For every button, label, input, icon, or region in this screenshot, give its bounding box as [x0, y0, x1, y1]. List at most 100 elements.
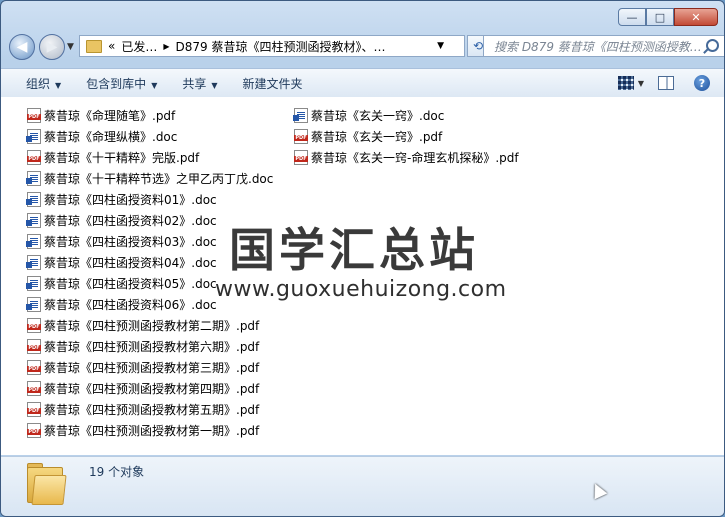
file-name: 蔡昔琼《四柱函授资料03》.doc	[44, 235, 217, 249]
file-item[interactable]: 蔡昔琼《命理随笔》.pdf	[27, 105, 273, 126]
doc-file-icon	[26, 171, 41, 186]
file-name: 蔡昔琼《命理随笔》.pdf	[44, 109, 176, 123]
organize-label: 组织	[26, 76, 51, 91]
details-pane: 19 个对象	[1, 456, 724, 516]
file-name: 蔡昔琼《命理纵横》.doc	[44, 130, 178, 144]
file-column-2: 蔡昔琼《玄关一窍》.doc 蔡昔琼《玄关一窍》.pdf 蔡昔琼《玄关一窍-命理玄…	[293, 105, 519, 168]
pdf-file-icon	[27, 150, 41, 165]
doc-file-icon	[26, 192, 41, 207]
preview-pane-icon[interactable]	[658, 76, 674, 90]
file-name: 蔡昔琼《玄关一窍》.pdf	[311, 130, 443, 144]
address-bar[interactable]: « 已发… ▶ D879 蔡昔琼《四柱预测函授教材》、… ▼	[79, 35, 465, 57]
file-name: 蔡昔琼《四柱预测函授教材第五期》.pdf	[44, 403, 260, 417]
pdf-file-icon	[294, 129, 308, 144]
file-item[interactable]: 蔡昔琼《四柱预测函授教材第六期》.pdf	[27, 336, 273, 357]
doc-file-icon	[26, 234, 41, 249]
file-item[interactable]: 蔡昔琼《四柱函授资料05》.doc	[26, 273, 273, 294]
include-in-library-label: 包含到库中	[86, 76, 147, 91]
file-name: 蔡昔琼《四柱预测函授教材第一期》.pdf	[44, 424, 260, 438]
breadcrumb-item-current[interactable]: D879 蔡昔琼《四柱预测函授教材》、…	[176, 38, 386, 55]
file-name: 蔡昔琼《四柱预测函授教材第四期》.pdf	[44, 382, 260, 396]
share-menu[interactable]: 共享 ▼	[182, 75, 217, 92]
navigation-bar: ◀ ▶ ▼ « 已发… ▶ D879 蔡昔琼《四柱预测函授教材》、… ▼ ⟲ 搜…	[9, 34, 724, 60]
file-item[interactable]: 蔡昔琼《命理纵横》.doc	[26, 126, 273, 147]
explorer-window: — □ ✕ ◀ ▶ ▼ « 已发… ▶ D879 蔡昔琼《四柱预测函授教材》、……	[0, 0, 725, 517]
window-controls: — □ ✕	[618, 8, 718, 26]
view-options-icon[interactable]	[617, 76, 634, 90]
command-bar: 组织 ▼ 包含到库中 ▼ 共享 ▼ 新建文件夹 ▼ ?	[1, 68, 724, 98]
file-name: 蔡昔琼《四柱预测函授教材第六期》.pdf	[44, 340, 260, 354]
folder-icon	[86, 39, 102, 53]
organize-menu[interactable]: 组织 ▼	[26, 75, 61, 92]
breadcrumb-separator-icon[interactable]: ▶	[163, 42, 169, 51]
file-item[interactable]: 蔡昔琼《四柱函授资料01》.doc	[26, 189, 273, 210]
file-item[interactable]: 蔡昔琼《玄关一窍》.pdf	[294, 126, 519, 147]
doc-file-icon	[26, 276, 41, 291]
pdf-file-icon	[27, 318, 41, 333]
pdf-file-icon	[27, 360, 41, 375]
file-item[interactable]: 蔡昔琼《玄关一窍》.doc	[293, 105, 519, 126]
chevron-down-icon: ▼	[151, 80, 158, 90]
search-icon[interactable]	[706, 39, 719, 52]
file-column-1: 蔡昔琼《命理随笔》.pdf 蔡昔琼《命理纵横》.doc 蔡昔琼《十干精粹》完版.…	[26, 105, 274, 441]
minimize-button[interactable]: —	[618, 8, 646, 26]
file-name: 蔡昔琼《玄关一窍》.doc	[311, 109, 445, 123]
file-name: 蔡昔琼《四柱函授资料06》.doc	[44, 298, 217, 312]
breadcrumb-item[interactable]: 已发…	[121, 38, 157, 55]
close-button[interactable]: ✕	[674, 8, 718, 26]
arrow-right-icon: ▶	[46, 39, 58, 55]
file-list-pane: 蔡昔琼《命理随笔》.pdf 蔡昔琼《命理纵横》.doc 蔡昔琼《十干精粹》完版.…	[1, 97, 724, 455]
address-overflow[interactable]: «	[108, 39, 115, 53]
file-item[interactable]: 蔡昔琼《四柱函授资料02》.doc	[26, 210, 273, 231]
chevron-down-icon: ▼	[211, 80, 218, 90]
file-name: 蔡昔琼《十干精粹》完版.pdf	[44, 151, 200, 165]
file-item[interactable]: 蔡昔琼《四柱预测函授教材第四期》.pdf	[27, 378, 273, 399]
forward-button[interactable]: ▶	[39, 34, 65, 60]
share-label: 共享	[182, 76, 207, 91]
file-item[interactable]: 蔡昔琼《四柱预测函授教材第二期》.pdf	[27, 315, 273, 336]
new-folder-button[interactable]: 新建文件夹	[243, 75, 303, 92]
file-name: 蔡昔琼《四柱预测函授教材第二期》.pdf	[44, 319, 260, 333]
doc-file-icon	[26, 129, 41, 144]
recent-pages-dropdown[interactable]: ▼	[67, 42, 74, 52]
include-in-library-menu[interactable]: 包含到库中 ▼	[86, 75, 157, 92]
file-item[interactable]: 蔡昔琼《玄关一窍-命理玄机探秘》.pdf	[294, 147, 519, 168]
pdf-file-icon	[27, 423, 41, 438]
pdf-file-icon	[294, 150, 308, 165]
file-item[interactable]: 蔡昔琼《四柱函授资料03》.doc	[26, 231, 273, 252]
search-placeholder: 搜索 D879 蔡昔琼《四柱预测函授教…	[494, 39, 702, 54]
pdf-file-icon	[27, 108, 41, 123]
file-name: 蔡昔琼《玄关一窍-命理玄机探秘》.pdf	[311, 151, 519, 165]
folder-icon	[27, 463, 67, 505]
doc-file-icon	[26, 255, 41, 270]
doc-file-icon	[26, 213, 41, 228]
file-name: 蔡昔琼《十干精粹节选》之甲乙丙丁戊.doc	[44, 172, 274, 186]
file-name: 蔡昔琼《四柱函授资料04》.doc	[44, 256, 217, 270]
file-name: 蔡昔琼《四柱预测函授教材第三期》.pdf	[44, 361, 260, 375]
pdf-file-icon	[27, 402, 41, 417]
search-input[interactable]: 搜索 D879 蔡昔琼《四柱预测函授教…	[483, 35, 724, 57]
back-button[interactable]: ◀	[9, 34, 35, 60]
file-item[interactable]: 蔡昔琼《四柱函授资料06》.doc	[26, 294, 273, 315]
file-item[interactable]: 蔡昔琼《十干精粹》完版.pdf	[27, 147, 273, 168]
maximize-button[interactable]: □	[646, 8, 674, 26]
file-name: 蔡昔琼《四柱函授资料05》.doc	[44, 277, 217, 291]
doc-file-icon	[293, 108, 308, 123]
pdf-file-icon	[27, 381, 41, 396]
arrow-left-icon: ◀	[16, 39, 28, 55]
help-icon[interactable]: ?	[694, 75, 710, 91]
address-dropdown-icon[interactable]: ▼	[437, 41, 444, 51]
file-item[interactable]: 蔡昔琼《四柱预测函授教材第一期》.pdf	[27, 420, 273, 441]
item-count: 19 个对象	[89, 465, 145, 479]
view-dropdown-icon[interactable]: ▼	[638, 79, 644, 88]
file-item[interactable]: 蔡昔琼《四柱预测函授教材第五期》.pdf	[27, 399, 273, 420]
file-item[interactable]: 蔡昔琼《四柱函授资料04》.doc	[26, 252, 273, 273]
file-item[interactable]: 蔡昔琼《十干精粹节选》之甲乙丙丁戊.doc	[26, 168, 274, 189]
file-name: 蔡昔琼《四柱函授资料02》.doc	[44, 214, 217, 228]
file-item[interactable]: 蔡昔琼《四柱预测函授教材第三期》.pdf	[27, 357, 273, 378]
pdf-file-icon	[27, 339, 41, 354]
chevron-down-icon: ▼	[55, 80, 62, 90]
doc-file-icon	[26, 297, 41, 312]
refresh-icon: ⟲	[472, 39, 484, 53]
file-name: 蔡昔琼《四柱函授资料01》.doc	[44, 193, 217, 207]
